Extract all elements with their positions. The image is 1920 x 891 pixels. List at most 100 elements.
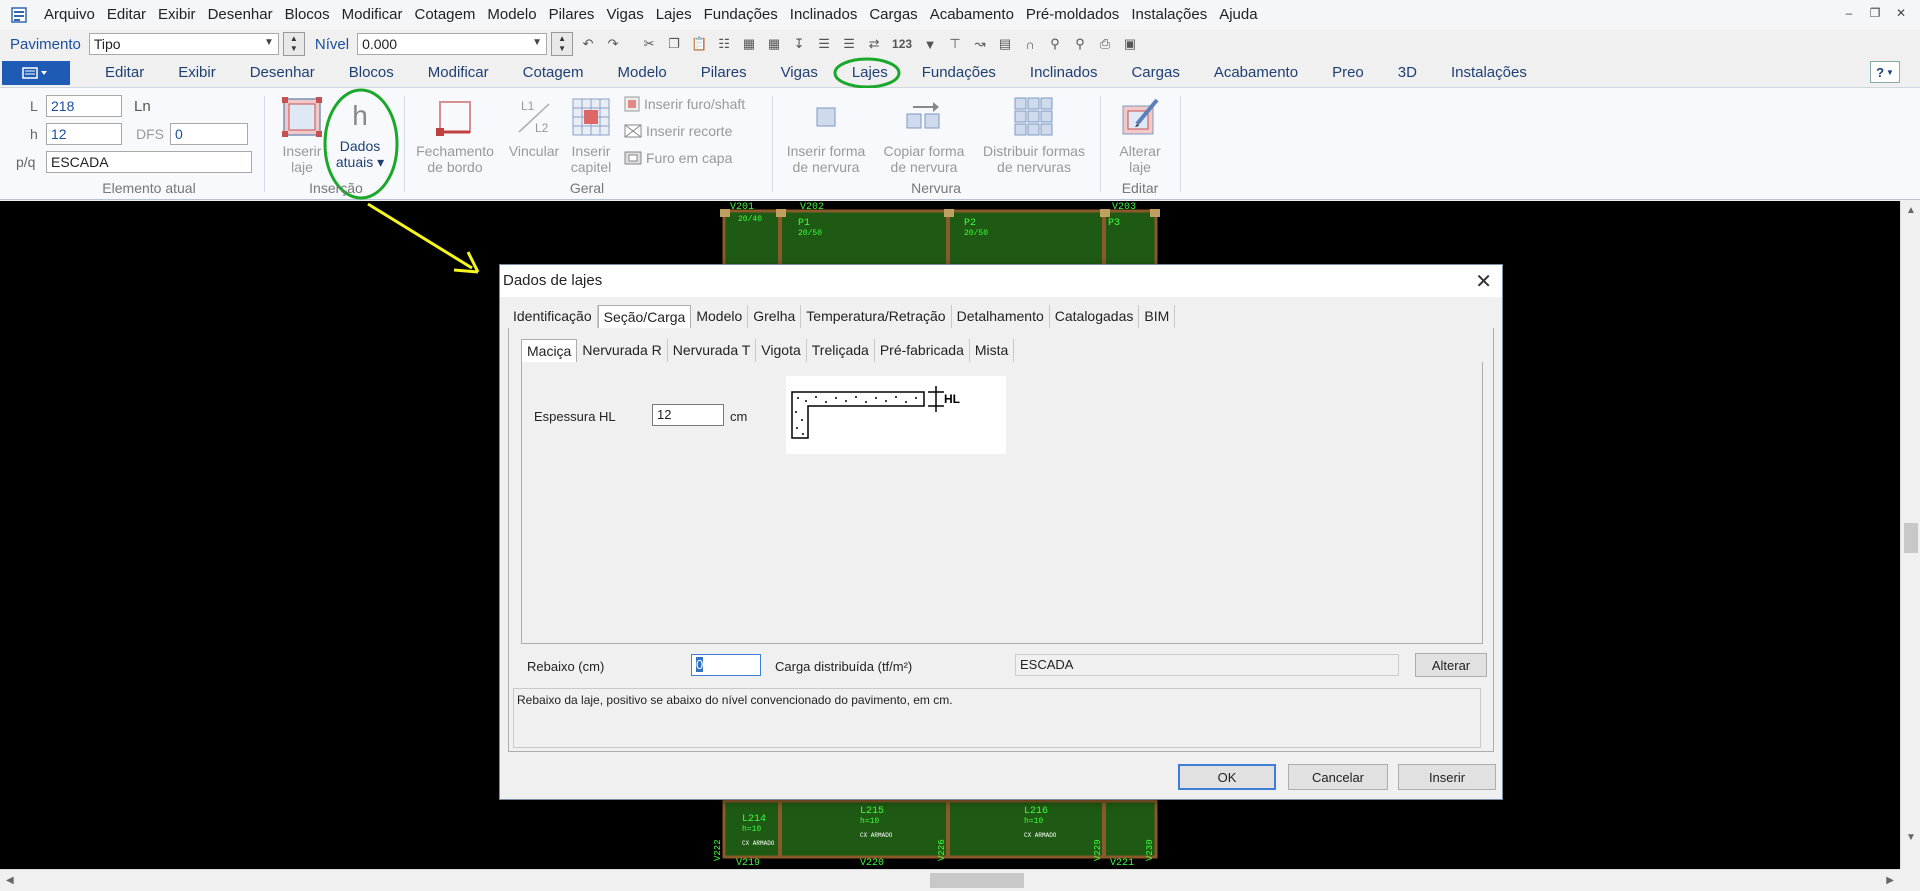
menu-arquivo[interactable]: Arquivo xyxy=(38,0,101,30)
help-button[interactable]: ? ▼ xyxy=(1870,61,1900,83)
pavimento-spinner[interactable]: ▲ ▼ xyxy=(282,32,305,56)
paste-icon[interactable]: 📋 xyxy=(689,34,709,54)
tab-vigas[interactable]: Vigas xyxy=(764,58,835,88)
menu-inclinados[interactable]: Inclinados xyxy=(784,0,864,30)
subtab-macica[interactable]: Maciça xyxy=(521,339,578,363)
tab-inclinados[interactable]: Inclinados xyxy=(1013,58,1115,88)
tab-desenhar[interactable]: Desenhar xyxy=(233,58,332,88)
subtab-nervurada-t[interactable]: Nervurada T xyxy=(668,339,757,362)
tab-modificar[interactable]: Modificar xyxy=(411,58,506,88)
scroll-left-icon[interactable]: ◀ xyxy=(6,875,14,886)
subtab-pre-fabricada[interactable]: Pré-fabricada xyxy=(875,339,970,362)
subtab-nervurada-r[interactable]: Nervurada R xyxy=(577,339,668,362)
filter-icon[interactable]: ▼ xyxy=(920,34,940,54)
tab-detalhamento[interactable]: Detalhamento xyxy=(952,305,1050,328)
alterar-carga-button[interactable]: Alterar xyxy=(1415,653,1487,677)
find-icon[interactable]: ☷ xyxy=(714,34,734,54)
undo-icon[interactable]: ↶ xyxy=(578,34,598,54)
tab-grelha[interactable]: Grelha xyxy=(748,305,802,328)
menu-lajes[interactable]: Lajes xyxy=(650,0,698,30)
tab-blocos[interactable]: Blocos xyxy=(332,58,411,88)
import-icon[interactable]: ↧ xyxy=(789,34,809,54)
tab-preo[interactable]: Preo xyxy=(1315,58,1381,88)
subtab-vigota[interactable]: Vigota xyxy=(756,339,807,362)
dfs-input[interactable]: 0 xyxy=(170,123,248,145)
tab-modelo[interactable]: Modelo xyxy=(601,58,684,88)
subtab-mista[interactable]: Mista xyxy=(970,339,1015,362)
tab-acabamento[interactable]: Acabamento xyxy=(1197,58,1315,88)
inserir-forma-nervura-button[interactable]: Inserir forma de nervura xyxy=(780,96,872,175)
menu-vigas[interactable]: Vigas xyxy=(600,0,649,30)
arrows-icon[interactable]: ⇄ xyxy=(864,34,884,54)
tab-fundacoes[interactable]: Fundações xyxy=(905,58,1013,88)
horizontal-scrollbar[interactable]: ◀ ▶ xyxy=(0,869,1900,891)
minimize-icon[interactable]: – xyxy=(1840,4,1858,22)
tab-exibir[interactable]: Exibir xyxy=(161,58,233,88)
menu-fundacoes[interactable]: Fundações xyxy=(698,0,784,30)
tab-lajes[interactable]: Lajes xyxy=(833,57,905,88)
restore-icon[interactable]: ❐ xyxy=(1866,4,1884,22)
menu-desenhar[interactable]: Desenhar xyxy=(202,0,279,30)
nivel-select[interactable]: 0.000 ▼ xyxy=(357,33,548,55)
menu-cargas[interactable]: Cargas xyxy=(863,0,923,30)
print-icon[interactable]: ⎙ xyxy=(1095,34,1115,54)
tab-modelo[interactable]: Modelo xyxy=(691,305,749,328)
menu-pre-moldados[interactable]: Pré-moldados xyxy=(1020,0,1125,30)
tab-pilares[interactable]: Pilares xyxy=(684,58,764,88)
file-menu-button[interactable] xyxy=(2,60,70,85)
scroll-thumb[interactable] xyxy=(1904,523,1918,553)
magnet-icon[interactable]: ∩ xyxy=(1020,34,1040,54)
scroll-down-icon[interactable]: ▼ xyxy=(1906,832,1916,843)
tab-secao-carga[interactable]: Seção/Carga xyxy=(597,305,692,329)
arrow-h-icon[interactable]: ↝ xyxy=(970,34,990,54)
rebaixo-input[interactable]: 0 xyxy=(691,654,761,676)
fechamento-bordo-button[interactable]: Fechamento de bordo xyxy=(412,96,498,175)
nivel-spinner[interactable]: ▲ ▼ xyxy=(551,32,574,56)
tab-temperatura-retracao[interactable]: Temperatura/Retração xyxy=(801,305,952,328)
menu-blocos[interactable]: Blocos xyxy=(279,0,336,30)
zoom-icon[interactable]: ⚲ xyxy=(1045,34,1065,54)
scroll-thumb[interactable] xyxy=(930,873,1024,888)
inserir-furo-button[interactable]: Inserir furo/shaft xyxy=(624,96,745,112)
distribuir-formas-button[interactable]: Distribuir formas de nervuras xyxy=(976,96,1092,175)
tab-instalacoes[interactable]: Instalações xyxy=(1434,58,1544,88)
menu-modelo[interactable]: Modelo xyxy=(481,0,542,30)
furo-capa-button[interactable]: Furo em capa xyxy=(624,150,732,166)
inserir-laje-button[interactable]: Inserir laje xyxy=(276,96,328,175)
alterar-laje-button[interactable]: Alterar laje xyxy=(1108,96,1172,175)
inserir-button[interactable]: Inserir xyxy=(1398,764,1496,790)
subtab-trelicada[interactable]: Treliçada xyxy=(807,339,875,362)
tab-bim[interactable]: BIM xyxy=(1139,305,1176,328)
ok-button[interactable]: OK xyxy=(1178,764,1276,790)
layers2-icon[interactable]: ☰ xyxy=(839,34,859,54)
pavimento-select[interactable]: Tipo ▼ xyxy=(88,33,279,55)
l-input[interactable]: 218 xyxy=(46,95,122,117)
close-icon[interactable]: ✕ xyxy=(1475,269,1492,294)
espessura-input[interactable]: 12 xyxy=(652,404,724,426)
menu-editar[interactable]: Editar xyxy=(101,0,152,30)
tab-3d[interactable]: 3D xyxy=(1381,58,1434,88)
vincular-button[interactable]: L1 L2 Vincular xyxy=(502,96,566,159)
select-icon[interactable]: ▤ xyxy=(995,34,1015,54)
numbering-icon[interactable]: 123 xyxy=(889,34,915,54)
inserir-capitel-button[interactable]: Inserir capitel xyxy=(566,96,616,175)
menu-acabamento[interactable]: Acabamento xyxy=(924,0,1020,30)
beam-icon[interactable]: ⊤ xyxy=(945,34,965,54)
scroll-right-icon[interactable]: ▶ xyxy=(1886,875,1894,886)
menu-cotagem[interactable]: Cotagem xyxy=(409,0,482,30)
carga-field[interactable]: ESCADA xyxy=(1015,654,1399,676)
tab-editar[interactable]: Editar xyxy=(88,58,161,88)
scroll-up-icon[interactable]: ▲ xyxy=(1906,205,1916,216)
tab-cargas[interactable]: Cargas xyxy=(1114,58,1196,88)
h-input[interactable]: 12 xyxy=(46,123,122,145)
save-icon[interactable]: ▦ xyxy=(739,34,759,54)
cut-icon[interactable]: ✂ xyxy=(639,34,659,54)
plot-icon[interactable]: ▣ xyxy=(1120,34,1140,54)
tab-cotagem[interactable]: Cotagem xyxy=(506,58,601,88)
menu-instalacoes[interactable]: Instalações xyxy=(1125,0,1213,30)
zoom-window-icon[interactable]: ⚲ xyxy=(1070,34,1090,54)
layers-icon[interactable]: ☰ xyxy=(814,34,834,54)
menu-exibir[interactable]: Exibir xyxy=(152,0,202,30)
copy-icon[interactable]: ❐ xyxy=(664,34,684,54)
vertical-scrollbar[interactable]: ▲ ▼ xyxy=(1900,201,1920,869)
